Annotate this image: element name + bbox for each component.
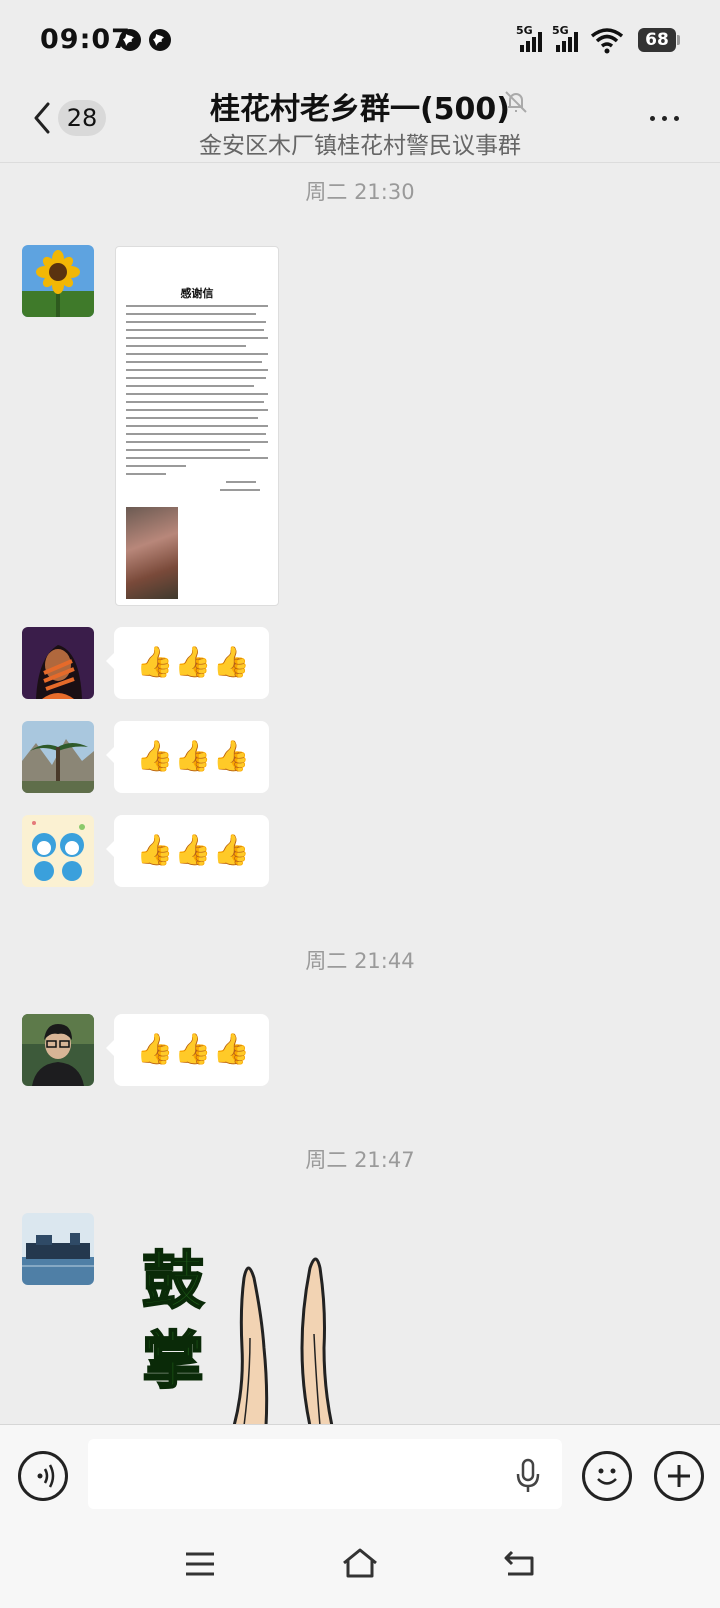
avatar[interactable] <box>22 627 94 699</box>
avatar[interactable] <box>22 245 94 317</box>
letter-title: 感谢信 <box>180 287 214 300</box>
menu-icon[interactable] <box>184 1550 216 1578</box>
timestamp: 周二 21:44 <box>305 949 415 973</box>
timestamp: 周二 21:30 <box>305 180 415 204</box>
chat-header: 28 桂花村老乡群一(500) 金安区木厂镇桂花村警民议事群 <box>0 82 720 163</box>
home-icon[interactable] <box>340 1546 380 1580</box>
avatar[interactable] <box>22 1213 94 1285</box>
status-bar: 09:07 5G 5G 68 <box>0 0 720 82</box>
battery-icon: 68 <box>638 28 680 52</box>
avatar[interactable] <box>22 1014 94 1086</box>
wifi-icon <box>590 28 624 54</box>
text-message-bubble[interactable]: 👍👍👍 <box>106 815 269 887</box>
text-message-bubble[interactable]: 👍👍👍 <box>106 1014 269 1086</box>
thumbs-up-emoji-text: 👍👍👍 <box>136 1032 252 1067</box>
emoji-icon[interactable] <box>582 1451 632 1501</box>
voice-icon[interactable] <box>18 1451 68 1501</box>
battery-level: 68 <box>638 28 676 52</box>
group-title[interactable]: 桂花村老乡群一(500) <box>0 84 720 128</box>
signal-5g-icon: 5G <box>516 24 550 54</box>
clap-sticker[interactable]: 鼓 掌 <box>130 1230 390 1426</box>
system-nav-bar <box>0 1528 720 1608</box>
back-icon[interactable] <box>502 1548 538 1578</box>
app-notification-icon <box>119 29 141 51</box>
clapping-hands-icon <box>232 1257 334 1426</box>
photo-thumbnail <box>126 507 178 599</box>
text-message-bubble[interactable]: 👍👍👍 <box>106 627 269 699</box>
microphone-icon[interactable] <box>512 1458 544 1494</box>
thumbs-up-emoji-text: 👍👍👍 <box>136 739 252 774</box>
input-bar <box>0 1424 720 1529</box>
more-dots-icon[interactable] <box>650 106 690 121</box>
signal-5g-icon: 5G <box>552 24 586 54</box>
message-input[interactable] <box>88 1439 562 1509</box>
timestamp: 周二 21:47 <box>305 1148 415 1172</box>
sticker-text: 鼓 <box>141 1243 205 1318</box>
group-subtitle: 金安区木厂镇桂花村警民议事群 <box>199 133 521 159</box>
sticker-text: 掌 <box>141 1323 205 1398</box>
plus-icon[interactable] <box>654 1451 704 1501</box>
app-notification-icon <box>149 29 171 51</box>
avatar[interactable] <box>22 721 94 793</box>
image-message[interactable]: 感谢信 <box>115 246 279 606</box>
group-name: 桂花村老乡群一(500) <box>209 92 511 127</box>
thumbs-up-emoji-text: 👍👍👍 <box>136 645 252 680</box>
avatar[interactable] <box>22 815 94 887</box>
text-message-bubble[interactable]: 👍👍👍 <box>106 721 269 793</box>
bell-off-icon <box>505 91 527 113</box>
thumbs-up-emoji-text: 👍👍👍 <box>136 833 252 868</box>
